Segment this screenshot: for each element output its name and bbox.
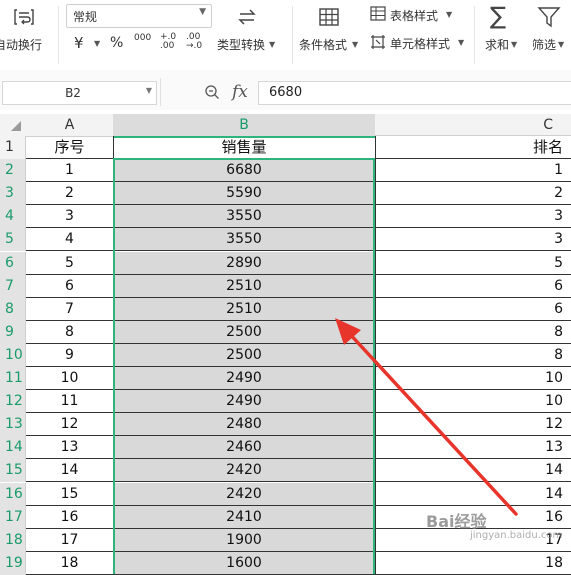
watermark-logo: Bai经验 — [426, 512, 487, 531]
watermark-subtext: jingyan.baidu.com — [470, 530, 563, 541]
red-annotation-arrow — [335, 318, 518, 516]
